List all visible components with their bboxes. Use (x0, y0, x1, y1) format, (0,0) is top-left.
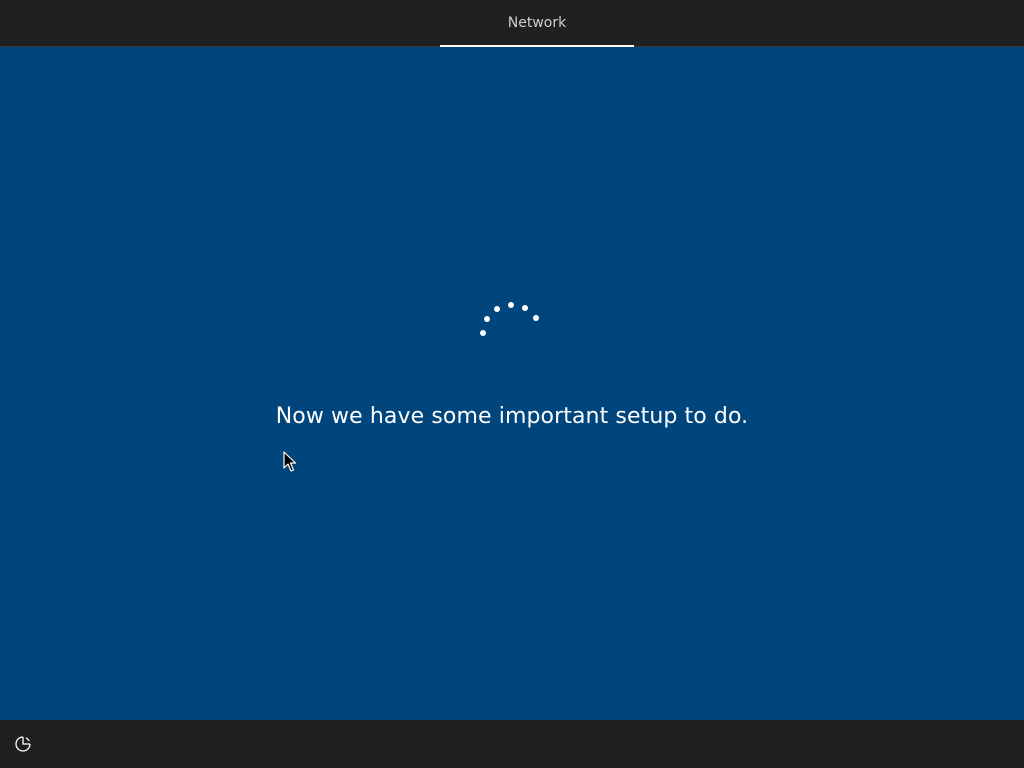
setup-main-area (0, 47, 1024, 720)
top-bar: Network (0, 0, 1024, 47)
mouse-pointer-icon (283, 451, 297, 472)
tab-network-label: Network (507, 15, 567, 31)
loading-spinner-icon (480, 302, 539, 336)
setup-message: Now we have some important setup to do. (275, 404, 749, 429)
bottom-bar (0, 720, 1024, 768)
tab-network[interactable]: Network (440, 0, 634, 47)
ease-of-access-icon[interactable] (12, 733, 34, 755)
